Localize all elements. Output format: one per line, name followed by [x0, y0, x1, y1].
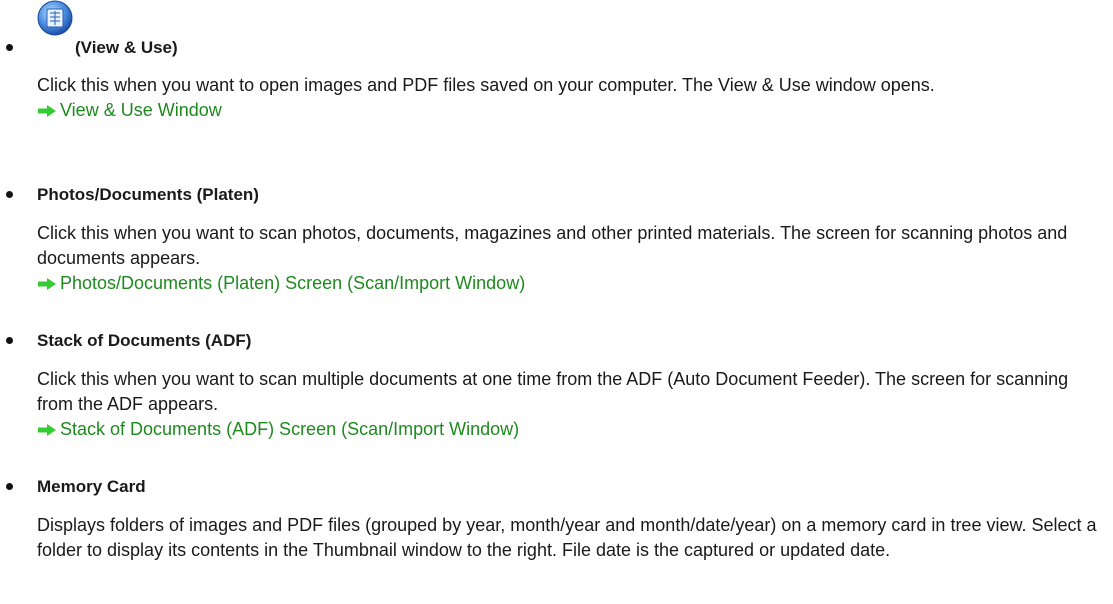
- bullet: [6, 191, 13, 198]
- item-description-block: Click this when you want to open images …: [37, 73, 1107, 125]
- arrow-right-icon: [38, 423, 56, 436]
- item-description-block: Click this when you want to scan multipl…: [37, 367, 1107, 444]
- stack-documents-screen-link[interactable]: Stack of Documents (ADF) Screen (Scan/Im…: [37, 417, 519, 442]
- item-heading: Photos/Documents (Platen): [37, 185, 259, 204]
- bullet: [6, 337, 13, 344]
- item-heading: (View & Use): [75, 38, 178, 57]
- link-label: View & Use Window: [60, 100, 222, 120]
- bullet: [6, 44, 13, 51]
- item-heading: Stack of Documents (ADF): [37, 331, 252, 350]
- item-description: Displays folders of images and PDF files…: [37, 515, 1097, 560]
- arrow-right-icon: [38, 104, 56, 117]
- link-label: Photos/Documents (Platen) Screen (Scan/I…: [60, 273, 526, 293]
- item-description-block: Click this when you want to scan photos,…: [37, 221, 1107, 298]
- bullet: [6, 483, 13, 490]
- item-heading: Memory Card: [37, 477, 146, 496]
- item-description: Click this when you want to scan photos,…: [37, 223, 1068, 268]
- item-description-block: Displays folders of images and PDF files…: [37, 513, 1107, 563]
- arrow-right-icon: [38, 277, 56, 290]
- view-use-icon[interactable]: [37, 0, 73, 36]
- item-description: Click this when you want to open images …: [37, 75, 935, 95]
- view-use-window-link[interactable]: View & Use Window: [37, 98, 222, 123]
- link-label: Stack of Documents (ADF) Screen (Scan/Im…: [60, 419, 520, 439]
- photos-documents-screen-link[interactable]: Photos/Documents (Platen) Screen (Scan/I…: [37, 271, 525, 296]
- item-description: Click this when you want to scan multipl…: [37, 369, 1069, 414]
